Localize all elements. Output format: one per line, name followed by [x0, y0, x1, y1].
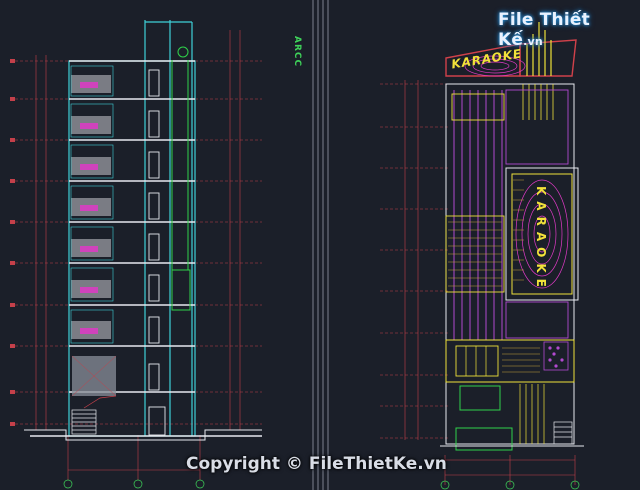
ground-floor-block	[71, 355, 117, 397]
level-markers-left	[10, 59, 15, 426]
section-elevation	[10, 20, 262, 489]
doors	[148, 69, 166, 436]
front-facade	[380, 22, 584, 490]
dimension-lines-right	[404, 80, 576, 485]
storefront-green	[455, 385, 513, 451]
entry-steps-right	[553, 421, 573, 445]
storefront-columns	[519, 384, 545, 444]
watermark-copyright: Copyright © FileThietKe.vn	[186, 454, 447, 474]
drawing-side-title: ARCC	[292, 36, 302, 68]
floor-slabs	[30, 60, 262, 437]
grid-bubbles-left	[63, 479, 205, 489]
logo-tld: .vn	[523, 35, 543, 48]
room-blocks	[70, 65, 114, 344]
entrance-stair	[71, 395, 117, 435]
elevator-shaft	[171, 46, 191, 441]
level-lines-right	[380, 83, 448, 439]
ground-line-left	[24, 429, 262, 441]
facade-fins	[522, 84, 554, 120]
shop-front	[445, 339, 575, 383]
dimension-lines-left	[35, 30, 241, 480]
sheet-divider	[312, 0, 329, 490]
logo-text: File Thiết Kế	[498, 10, 590, 50]
facade-outline	[445, 83, 575, 445]
level-lines-left	[10, 60, 262, 425]
karaoke-vertical-sign-text: KARAOKE	[534, 186, 548, 293]
watermark-logo: File Thiết Kế.vn	[498, 10, 640, 50]
facade-bands	[453, 90, 503, 340]
